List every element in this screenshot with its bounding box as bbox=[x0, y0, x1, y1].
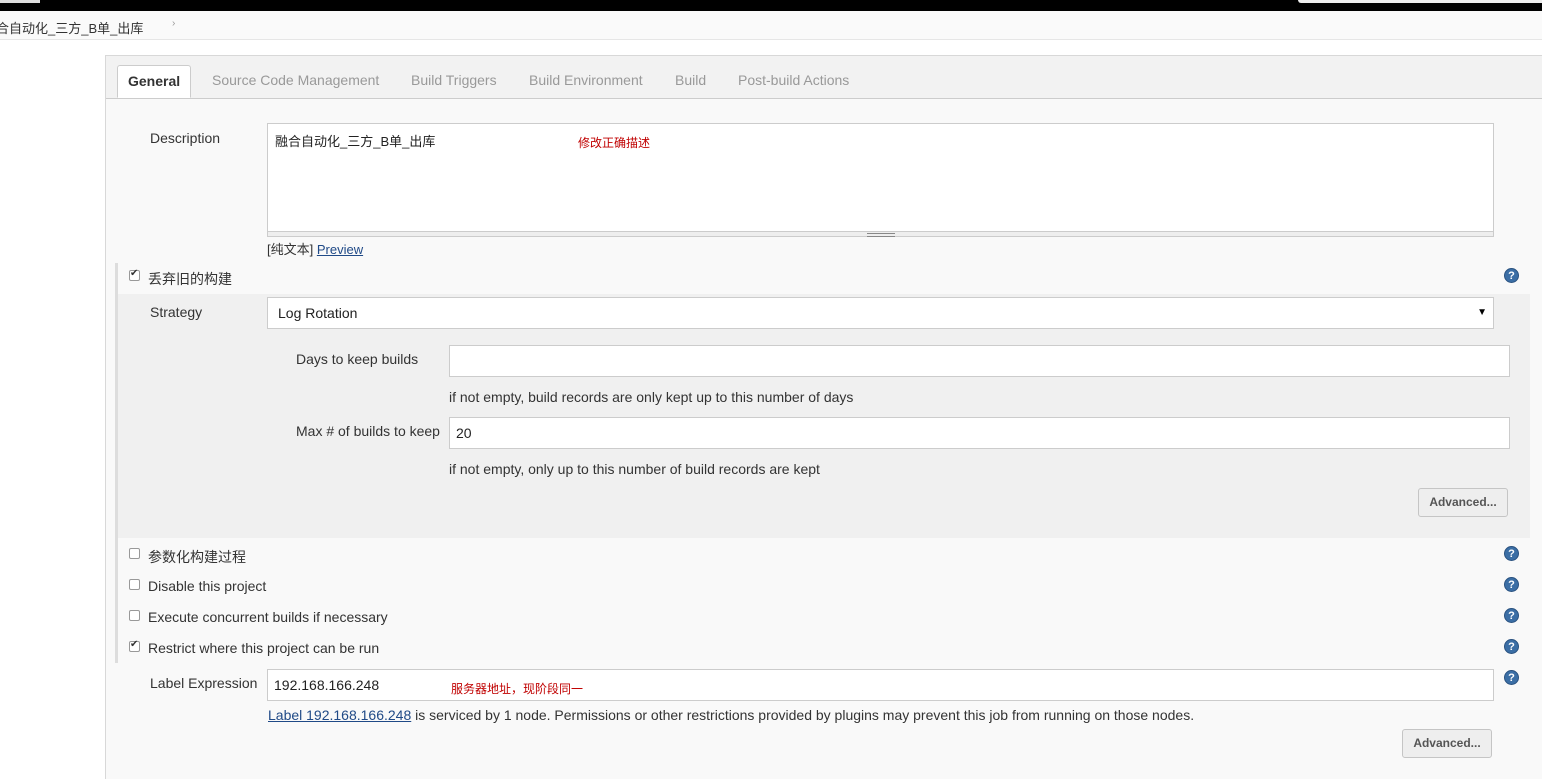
help-icon[interactable]: ? bbox=[1504, 577, 1519, 592]
format-plain-text-label: [纯文本] bbox=[267, 242, 314, 257]
label-node-link[interactable]: Label 192.168.166.248 bbox=[268, 707, 411, 723]
strategy-select[interactable]: Log Rotation ▼ bbox=[267, 297, 1494, 329]
job-config-panel: General Source Code Management Build Tri… bbox=[105, 55, 1542, 779]
days-to-keep-label: Days to keep builds bbox=[296, 351, 419, 367]
days-to-keep-hint: if not empty, build records are only kep… bbox=[449, 389, 854, 405]
parameterized-build-checkbox[interactable] bbox=[129, 548, 140, 559]
tab-build[interactable]: Build bbox=[675, 65, 706, 98]
strategy-selected-value: Log Rotation bbox=[278, 305, 358, 321]
search-box-fragment[interactable] bbox=[1298, 0, 1542, 3]
strategy-section bbox=[118, 294, 1530, 538]
description-textarea[interactable]: 融合自动化_三方_B单_出库 bbox=[267, 123, 1494, 232]
concurrent-builds-checkbox[interactable] bbox=[129, 610, 140, 621]
max-builds-input[interactable]: 20 bbox=[449, 417, 1510, 449]
description-note: 修改正确描述 bbox=[578, 136, 651, 150]
discard-old-builds-label: 丢弃旧的构建 bbox=[148, 271, 232, 287]
label-info-text: is serviced by 1 node. Permissions or ot… bbox=[411, 707, 1195, 723]
disable-project-checkbox[interactable] bbox=[129, 579, 140, 590]
label-expression-note: 服务器地址，现阶段同一 bbox=[451, 682, 584, 696]
discard-old-builds-checkbox[interactable] bbox=[129, 268, 140, 281]
label-advanced-button[interactable]: Advanced... bbox=[1402, 729, 1492, 758]
days-to-keep-input[interactable] bbox=[449, 345, 1510, 377]
max-builds-label: Max # of builds to keep bbox=[296, 423, 440, 439]
breadcrumb: 合自动化_三方_B单_出库 › bbox=[0, 11, 1542, 40]
chevron-down-icon: ▼ bbox=[1477, 307, 1487, 318]
description-format: [纯文本] Preview bbox=[267, 239, 363, 258]
tab-source-code-management[interactable]: Source Code Management bbox=[212, 65, 379, 98]
disable-project-label: Disable this project bbox=[148, 578, 267, 594]
logo-fragment bbox=[0, 0, 40, 3]
textarea-resize-handle[interactable] bbox=[267, 231, 1494, 237]
breadcrumb-chevron-icon[interactable]: › bbox=[172, 18, 175, 29]
description-label: Description bbox=[150, 130, 221, 146]
options-section-bar bbox=[115, 538, 118, 663]
restrict-project-checkbox[interactable] bbox=[129, 639, 140, 652]
tab-build-triggers[interactable]: Build Triggers bbox=[411, 65, 497, 98]
tab-build-environment[interactable]: Build Environment bbox=[529, 65, 643, 98]
restrict-project-label: Restrict where this project can be run bbox=[148, 640, 380, 656]
parameterized-build-label: 参数化构建过程 bbox=[148, 549, 246, 565]
tab-general[interactable]: General bbox=[117, 65, 191, 98]
label-expression-label: Label Expression bbox=[150, 675, 258, 691]
description-value: 融合自动化_三方_B单_出库 bbox=[275, 134, 436, 149]
breadcrumb-job-link[interactable]: 合自动化_三方_B单_出库 bbox=[0, 18, 143, 37]
tab-post-build-actions[interactable]: Post-build Actions bbox=[738, 65, 849, 98]
help-icon[interactable]: ? bbox=[1504, 639, 1519, 654]
resize-grip-icon bbox=[867, 233, 895, 237]
label-expression-info: Label 192.168.166.248 is serviced by 1 n… bbox=[268, 707, 1194, 723]
top-header bbox=[0, 0, 1542, 11]
help-icon[interactable]: ? bbox=[1504, 608, 1519, 623]
help-icon[interactable]: ? bbox=[1504, 670, 1519, 685]
concurrent-builds-label: Execute concurrent builds if necessary bbox=[148, 609, 388, 625]
preview-link[interactable]: Preview bbox=[317, 242, 363, 257]
advanced-button[interactable]: Advanced... bbox=[1418, 488, 1508, 517]
help-icon[interactable]: ? bbox=[1504, 268, 1519, 283]
strategy-label: Strategy bbox=[150, 304, 203, 320]
config-tabbar: General Source Code Management Build Tri… bbox=[106, 56, 1542, 99]
max-builds-hint: if not empty, only up to this number of … bbox=[449, 461, 820, 477]
help-icon[interactable]: ? bbox=[1504, 546, 1519, 561]
